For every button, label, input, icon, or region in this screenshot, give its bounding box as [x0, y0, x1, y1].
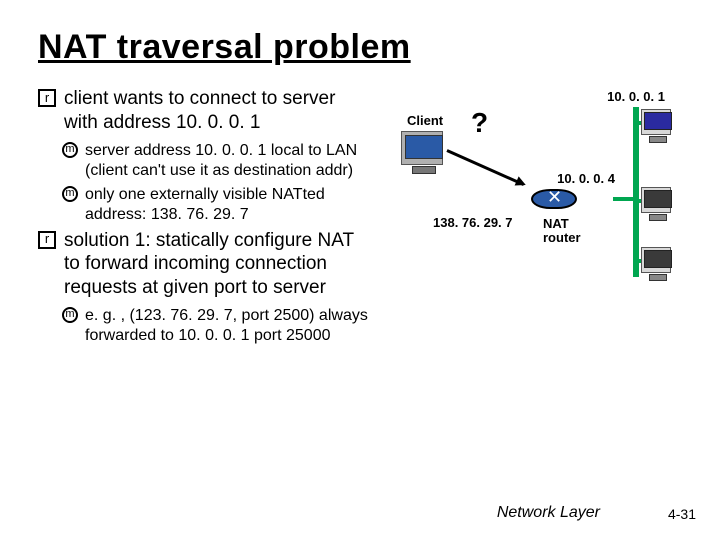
- box-marker-icon: r: [38, 89, 56, 107]
- circle-marker-icon: m: [62, 186, 78, 202]
- server-pc-icon: [641, 109, 671, 135]
- text-column: r client wants to connect to server with…: [38, 87, 373, 357]
- bullet-text: e. g. , (123. 76. 29. 7, port 2500) alwa…: [85, 306, 373, 346]
- bullet-m3: m e. g. , (123. 76. 29. 7, port 2500) al…: [62, 306, 373, 346]
- bullet-text: solution 1: statically configure NAT to …: [64, 229, 373, 300]
- question-mark-icon: ?: [471, 107, 488, 139]
- nat-router-label: NAT router: [543, 217, 581, 246]
- bullet-text: client wants to connect to server with a…: [64, 87, 373, 135]
- router-icon: [531, 189, 577, 209]
- network-diagram: Client ? 10. 0. 0. 1 10. 0. 0. 4 138. 76…: [373, 97, 673, 357]
- lan-tap-icon: [613, 197, 633, 201]
- bullet-m2: m only one externally visible NATted add…: [62, 185, 373, 225]
- footer-section: Network Layer: [497, 504, 600, 522]
- circle-marker-icon: m: [62, 142, 78, 158]
- router-lan-ip-label: 10. 0. 0. 4: [557, 171, 615, 186]
- bullet-m1: m server address 10. 0. 0. 1 local to LA…: [62, 141, 373, 181]
- bullet-text: server address 10. 0. 0. 1 local to LAN …: [85, 141, 373, 181]
- slide-title: NAT traversal problem: [38, 28, 682, 67]
- box-marker-icon: r: [38, 231, 56, 249]
- host-pc-icon: [641, 187, 671, 213]
- router-wan-ip-label: 138. 76. 29. 7: [433, 215, 513, 230]
- client-pc-icon: [401, 131, 443, 165]
- footer-page-number: 4-31: [668, 506, 696, 522]
- bullet-r2: r solution 1: statically configure NAT t…: [38, 229, 373, 300]
- server-ip-label: 10. 0. 0. 1: [607, 89, 665, 104]
- circle-marker-icon: m: [62, 307, 78, 323]
- host-pc-icon: [641, 247, 671, 273]
- arrow-icon: [446, 149, 524, 186]
- bullet-text: only one externally visible NATted addre…: [85, 185, 373, 225]
- lan-bus-icon: [633, 107, 639, 277]
- client-label: Client: [407, 113, 443, 128]
- bullet-r1: r client wants to connect to server with…: [38, 87, 373, 135]
